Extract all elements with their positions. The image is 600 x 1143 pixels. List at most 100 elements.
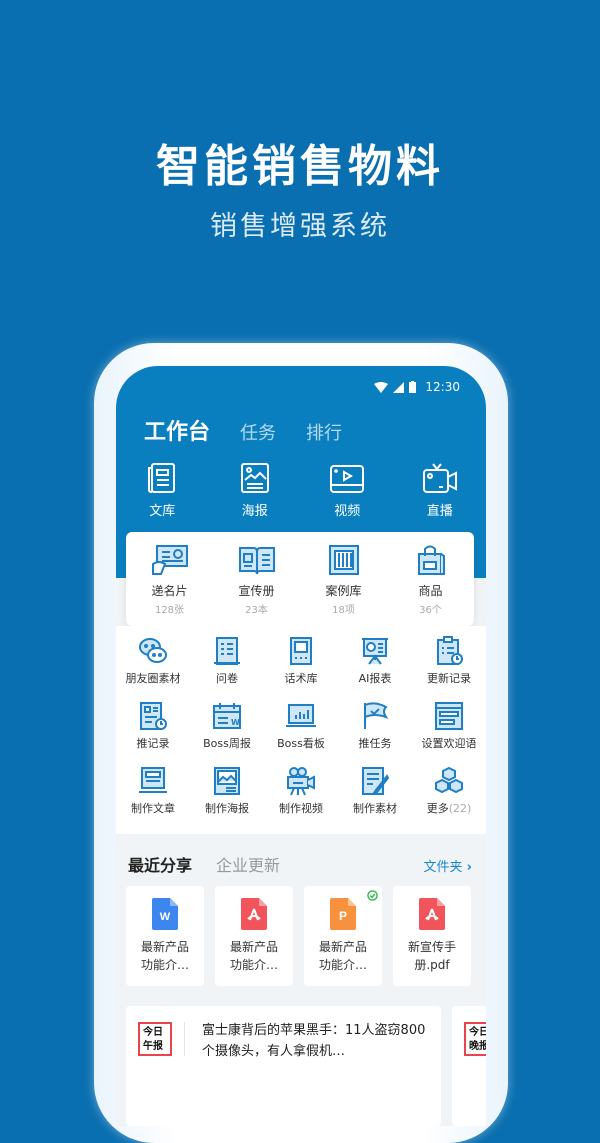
- tool-label: 制作素材: [353, 802, 397, 815]
- tool-label: 推任务: [358, 737, 392, 750]
- tool-boss-weekly[interactable]: W Boss周报: [190, 701, 264, 756]
- feature-label: 商品: [418, 584, 443, 598]
- tab-workbench[interactable]: 工作台: [144, 414, 210, 446]
- tool-label: 推记录: [136, 737, 170, 750]
- hero-title: 智能销售物料: [156, 141, 444, 192]
- recent-files: W 最新产品 功能介… 最新产品 功能介… P 最新产品 功能介… 新宣传手 册.pdf: [126, 886, 471, 986]
- clipboard-icon: [437, 636, 463, 665]
- computer-icon: [139, 767, 167, 793]
- divider: [184, 1022, 185, 1056]
- tool-label: AI报表: [358, 672, 392, 685]
- check-circle-icon: [367, 890, 378, 901]
- tool-update-log[interactable]: 更新记录: [412, 636, 486, 691]
- feature-count: 18项: [332, 605, 355, 616]
- svg-text:P: P: [339, 909, 347, 923]
- survey-icon: [214, 637, 240, 665]
- report-icon: [362, 638, 388, 665]
- wifi-icon: [374, 381, 389, 393]
- file-name: 最新产品 功能介…: [318, 940, 367, 972]
- edit-icon: [362, 767, 390, 795]
- top-item-library[interactable]: 文库: [116, 462, 209, 519]
- feature-products[interactable]: 商品 36个: [387, 544, 474, 626]
- feature-label: 递名片: [151, 584, 188, 598]
- feature-case-library[interactable]: 案例库 18项: [300, 544, 387, 626]
- top-item-live[interactable]: 直播: [394, 462, 487, 519]
- status-time: 12:30: [425, 380, 460, 394]
- tool-label: 制作视频: [279, 802, 323, 815]
- top-item-video[interactable]: 视频: [301, 462, 394, 519]
- news-logo-evening: 今日 晚报: [464, 1022, 486, 1056]
- top-item-label: 直播: [426, 504, 453, 519]
- tab-company-updates[interactable]: 企业更新: [216, 852, 280, 876]
- feature-card: 递名片 128张 宣传册 23本 案例库 18项 商品 36个: [126, 532, 474, 626]
- tool-label: 更多(22): [426, 802, 472, 815]
- file-name: 最新产品 功能介…: [140, 940, 189, 972]
- tool-row: 制作文章 制作海报 制作视频 制作素材 更多(22): [116, 756, 486, 821]
- wechat-icon: [139, 638, 167, 663]
- tool-label: Boss周报: [203, 737, 251, 750]
- tool-survey[interactable]: 问卷: [190, 636, 264, 691]
- tab-tasks[interactable]: 任务: [240, 419, 276, 445]
- tool-make-video[interactable]: 制作视频: [264, 766, 338, 821]
- feature-label: 宣传册: [238, 584, 275, 598]
- hero-subtitle: 销售增强系统: [210, 211, 390, 242]
- status-bar: 12:30: [374, 380, 460, 394]
- feature-count: 36个: [419, 605, 442, 616]
- tool-push-record[interactable]: 推记录: [116, 701, 190, 756]
- tool-label: 更新记录: [427, 672, 471, 685]
- file-card[interactable]: W 最新产品 功能介…: [126, 886, 204, 986]
- file-card[interactable]: 最新产品 功能介…: [215, 886, 293, 986]
- pdf-icon: [241, 898, 267, 930]
- tools-grid: 朋友圈素材 问卷 话术库 AI报表 更新记录 推记录 W Boss周报 Boss…: [116, 626, 486, 834]
- tool-more[interactable]: 更多(22): [412, 766, 486, 821]
- image-icon: [214, 767, 240, 795]
- tool-label: 制作海报: [205, 802, 249, 815]
- top-item-label: 文库: [149, 504, 176, 519]
- battery-icon: [409, 381, 417, 393]
- folder-link[interactable]: 文件夹 ›: [423, 856, 472, 875]
- file-card[interactable]: P 最新产品 功能介…: [304, 886, 382, 986]
- top-item-poster[interactable]: 海报: [209, 462, 302, 519]
- tool-boss-dashboard[interactable]: Boss看板: [264, 701, 338, 756]
- tool-ai-report[interactable]: AI报表: [338, 636, 412, 691]
- signal-icon: [393, 381, 405, 393]
- library-icon: [148, 463, 176, 493]
- top-item-label: 海报: [241, 504, 268, 519]
- video-icon: [330, 465, 365, 493]
- tool-script-library[interactable]: 话术库: [264, 636, 338, 691]
- tool-label: 话术库: [284, 672, 318, 685]
- tab-recent-shares[interactable]: 最近分享: [128, 852, 192, 876]
- file-card[interactable]: 新宣传手 册.pdf: [393, 886, 471, 986]
- tool-label: Boss看板: [277, 737, 325, 750]
- script-library-icon: [290, 637, 312, 665]
- feature-label: 案例库: [325, 584, 362, 598]
- live-icon: [422, 463, 457, 493]
- news-card[interactable]: 今日 午报 富士康背后的苹果黑手：11人盗窃800个摄像头，有人拿假机…: [126, 1006, 441, 1126]
- flag-icon: [364, 702, 389, 729]
- svg-text:W: W: [160, 911, 171, 923]
- dashboard-icon: [286, 704, 316, 727]
- tool-make-article[interactable]: 制作文章: [116, 766, 190, 821]
- feature-count: 128张: [154, 605, 185, 616]
- welcome-icon: [435, 702, 463, 730]
- top-item-label: 视频: [334, 504, 361, 519]
- feature-brochure[interactable]: 宣传册 23本: [213, 544, 300, 626]
- calendar-icon: W: [213, 703, 241, 729]
- tool-make-poster[interactable]: 制作海报: [190, 766, 264, 821]
- recent-header: 最近分享 企业更新 文件夹 ›: [128, 852, 472, 876]
- file-name: 最新产品 功能介…: [229, 940, 278, 972]
- news-title: 富士康背后的苹果黑手：11人盗窃800个摄像头，有人拿假机…: [202, 1023, 426, 1059]
- tool-push-task[interactable]: 推任务: [338, 701, 412, 756]
- tool-label: 朋友圈素材: [125, 672, 181, 685]
- feature-business-card[interactable]: 递名片 128张: [126, 544, 213, 626]
- phone-screen: 12:30 工作台 任务 排行 文库 海报 视频 直播 递名片 128张 宣传册…: [116, 366, 486, 1126]
- tab-ranking[interactable]: 排行: [306, 419, 342, 445]
- tool-row: 推记录 W Boss周报 Boss看板 推任务 设置欢迎语: [116, 691, 486, 756]
- pdf-icon: [419, 898, 445, 930]
- tool-moments-material[interactable]: 朋友圈素材: [116, 636, 190, 691]
- tool-welcome-message[interactable]: 设置欢迎语: [412, 701, 486, 756]
- tool-make-material[interactable]: 制作素材: [338, 766, 412, 821]
- top-icon-row: 文库 海报 视频 直播: [116, 462, 486, 519]
- news-card[interactable]: 今日 晚报: [452, 1006, 486, 1126]
- camera-icon: [287, 767, 315, 796]
